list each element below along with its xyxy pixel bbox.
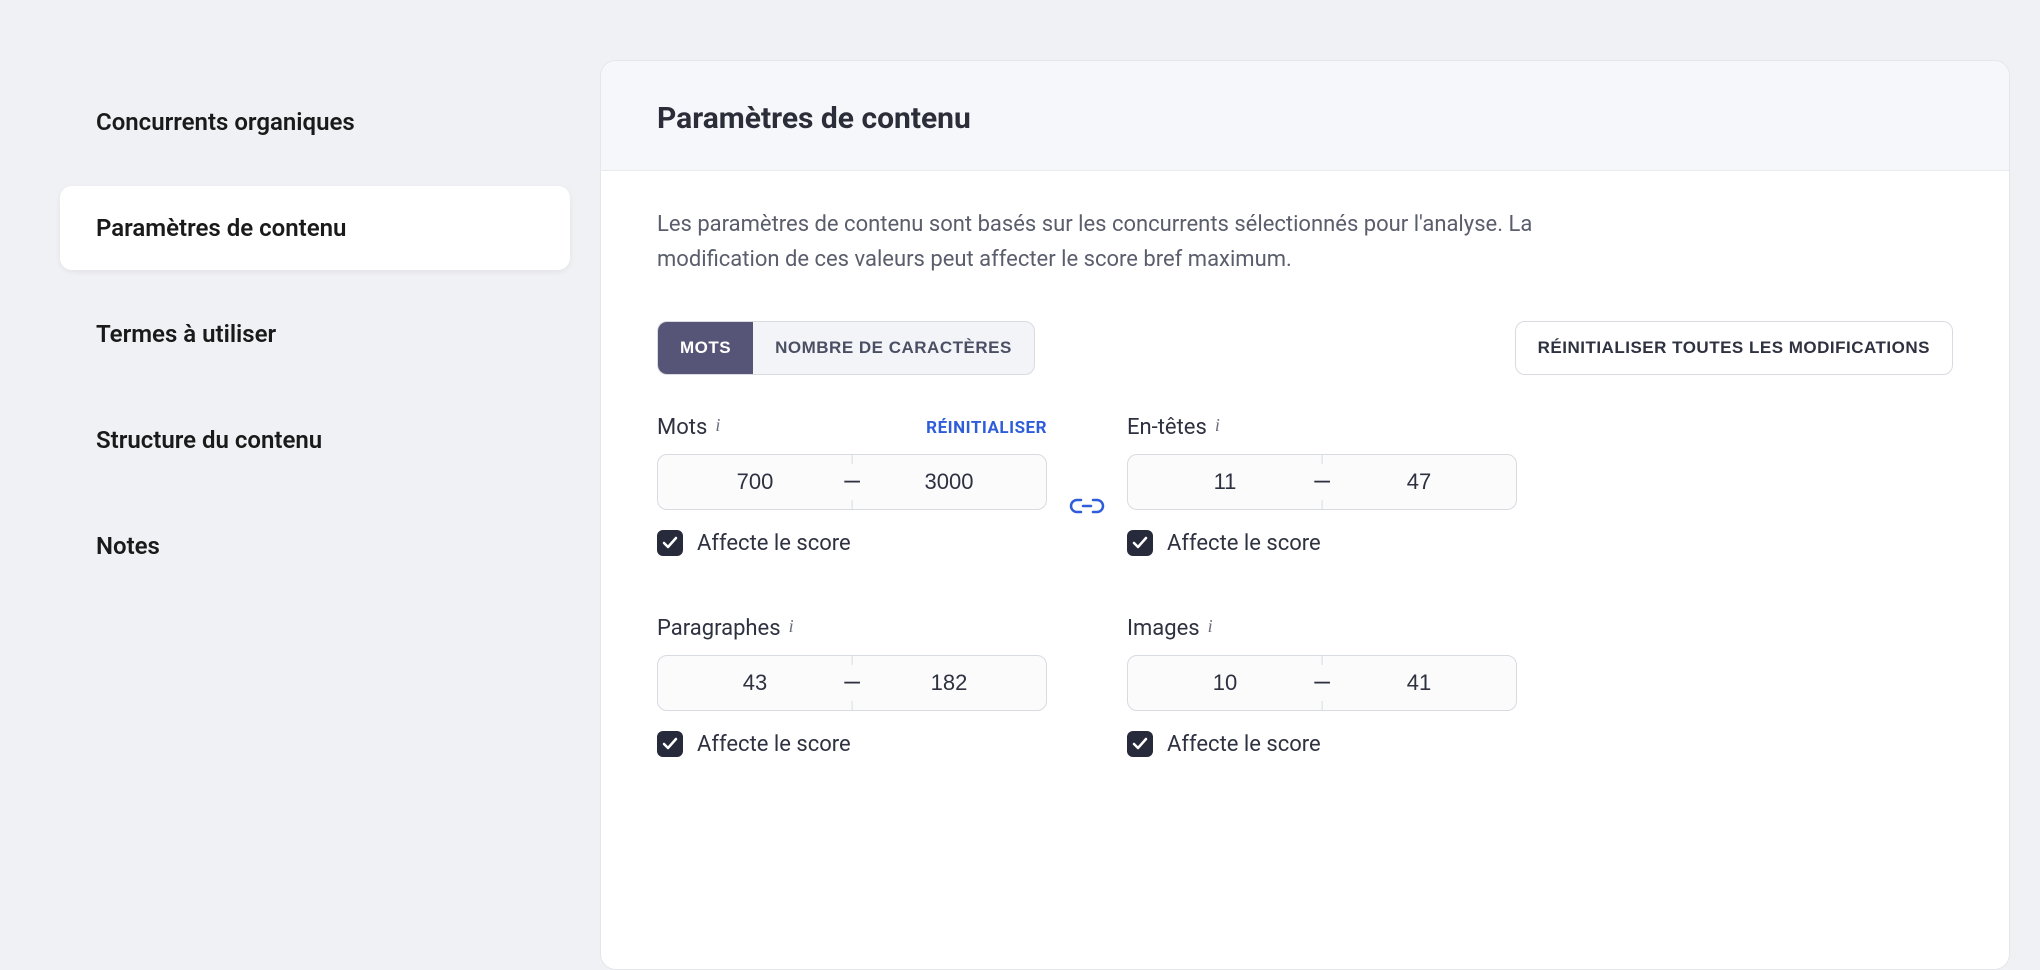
field-header-headers: En-têtes i — [1127, 415, 1517, 440]
panel-header: Paramètres de contenu — [601, 61, 2009, 171]
images-max-input[interactable] — [1322, 656, 1516, 710]
field-label-headers: En-têtes i — [1127, 415, 1220, 440]
field-label-images-text: Images — [1127, 616, 1200, 641]
info-icon[interactable]: i — [1208, 616, 1213, 637]
affects-score-images-row: Affecte le score — [1127, 731, 1517, 757]
info-icon[interactable]: i — [1215, 415, 1220, 436]
info-icon[interactable]: i — [715, 415, 720, 436]
range-paragraphs: — — [657, 655, 1047, 711]
affects-score-paragraphs-row: Affecte le score — [657, 731, 1047, 757]
field-paragraphs: Paragraphes i — — [657, 616, 1047, 757]
field-header-words: Mots i RÉINITIALISER — [657, 415, 1047, 440]
check-icon — [662, 535, 678, 551]
affects-score-words-label: Affecte le score — [697, 531, 851, 556]
paragraphs-max-input[interactable] — [852, 656, 1046, 710]
paragraphs-min-input[interactable] — [658, 656, 852, 710]
link-icon[interactable] — [1069, 496, 1105, 520]
check-icon — [1132, 736, 1148, 752]
panel-body: Les paramètres de contenu sont basés sur… — [601, 171, 2009, 757]
words-min-input[interactable] — [658, 455, 852, 509]
field-label-paragraphs-text: Paragraphes — [657, 616, 781, 641]
tab-characters[interactable]: NOMBRE DE CARACTÈRES — [753, 322, 1034, 374]
reset-all-button[interactable]: RÉINITIALISER TOUTES LES MODIFICATIONS — [1515, 321, 1953, 375]
field-images: Images i — — [1127, 616, 1517, 757]
affects-score-headers-row: Affecte le score — [1127, 530, 1517, 556]
sidebar-item-notes[interactable]: Notes — [60, 504, 570, 588]
affects-score-headers-label: Affecte le score — [1167, 531, 1321, 556]
field-headers: En-têtes i — — [1127, 415, 1517, 556]
reset-words-link[interactable]: RÉINITIALISER — [926, 418, 1047, 438]
sidebar-item-structure[interactable]: Structure du contenu — [60, 398, 570, 482]
check-icon — [1132, 535, 1148, 551]
field-label-words-text: Mots — [657, 415, 707, 440]
content-settings-panel: Paramètres de contenu Les paramètres de … — [600, 60, 2010, 970]
range-words: — — [657, 454, 1047, 510]
range-headers: — — [1127, 454, 1517, 510]
headers-min-input[interactable] — [1128, 455, 1322, 509]
link-cell — [1047, 415, 1127, 556]
fields-grid: Mots i RÉINITIALISER — — [657, 415, 1953, 757]
field-header-paragraphs: Paragraphes i — [657, 616, 1047, 641]
affects-score-paragraphs-checkbox[interactable] — [657, 731, 683, 757]
affects-score-words-row: Affecte le score — [657, 530, 1047, 556]
affects-score-headers-checkbox[interactable] — [1127, 530, 1153, 556]
main: Paramètres de contenu Les paramètres de … — [600, 40, 2040, 970]
unit-segmented-control: MOTS NOMBRE DE CARACTÈRES — [657, 321, 1035, 375]
sidebar-item-terms[interactable]: Termes à utiliser — [60, 292, 570, 376]
check-icon — [662, 736, 678, 752]
images-min-input[interactable] — [1128, 656, 1322, 710]
app-layout: Concurrents organiques Paramètres de con… — [0, 0, 2040, 970]
controls-row: MOTS NOMBRE DE CARACTÈRES RÉINITIALISER … — [657, 321, 1953, 375]
sidebar-item-content-settings[interactable]: Paramètres de contenu — [60, 186, 570, 270]
field-label-images: Images i — [1127, 616, 1213, 641]
field-words: Mots i RÉINITIALISER — — [657, 415, 1047, 556]
field-label-paragraphs: Paragraphes i — [657, 616, 794, 641]
info-icon[interactable]: i — [789, 616, 794, 637]
sidebar-item-competitors[interactable]: Concurrents organiques — [60, 80, 570, 164]
sidebar: Concurrents organiques Paramètres de con… — [0, 40, 600, 970]
panel-title: Paramètres de contenu — [657, 101, 1953, 136]
affects-score-images-label: Affecte le score — [1167, 732, 1321, 757]
field-header-images: Images i — [1127, 616, 1517, 641]
affects-score-words-checkbox[interactable] — [657, 530, 683, 556]
field-label-words: Mots i — [657, 415, 720, 440]
panel-description: Les paramètres de contenu sont basés sur… — [657, 207, 1597, 277]
field-label-headers-text: En-têtes — [1127, 415, 1207, 440]
affects-score-images-checkbox[interactable] — [1127, 731, 1153, 757]
words-max-input[interactable] — [852, 455, 1046, 509]
affects-score-paragraphs-label: Affecte le score — [697, 732, 851, 757]
headers-max-input[interactable] — [1322, 455, 1516, 509]
range-images: — — [1127, 655, 1517, 711]
tab-words[interactable]: MOTS — [658, 322, 753, 374]
